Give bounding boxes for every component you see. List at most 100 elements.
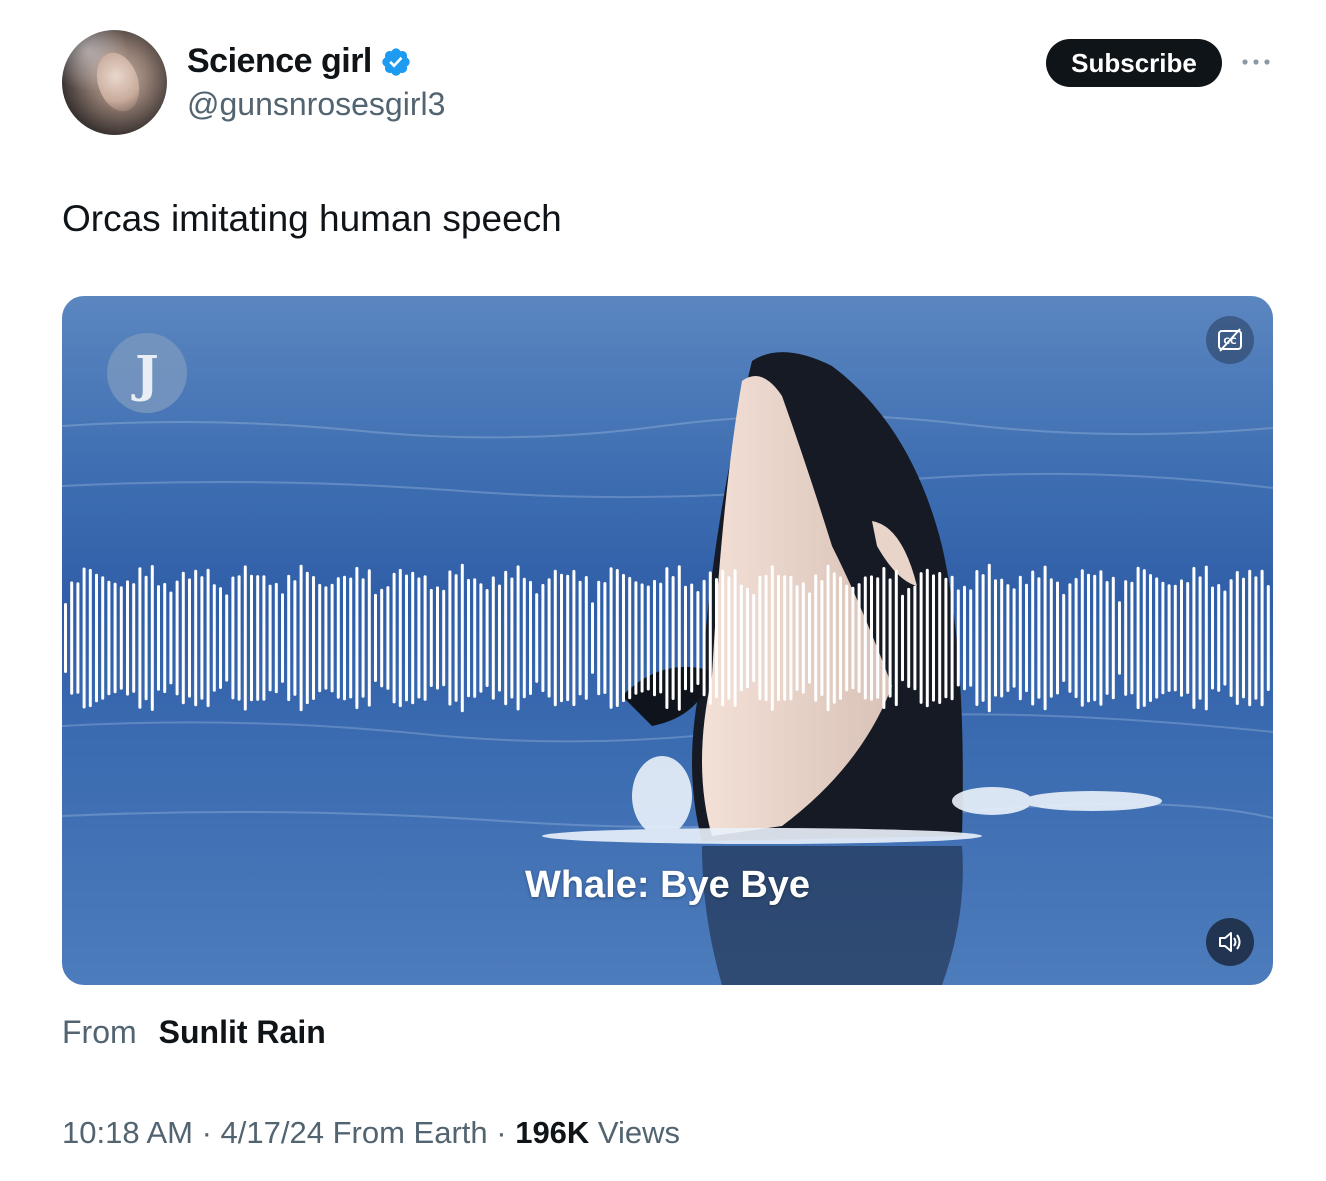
meta-separator: · — [487, 1115, 516, 1150]
waveform-bar — [622, 573, 625, 703]
waveform-bar — [870, 575, 873, 701]
waveform-bar — [324, 586, 328, 690]
waveform-bar — [696, 591, 700, 685]
waveform-bar — [938, 572, 942, 704]
waveform-bar — [851, 586, 855, 690]
waveform-bar — [603, 582, 607, 694]
waveform-bar — [336, 577, 340, 699]
waveform-bar — [1161, 581, 1165, 695]
video-player[interactable]: J CC Whale: Bye Bye — [62, 296, 1273, 985]
waveform-bar — [82, 567, 86, 709]
waveform-bar — [1235, 571, 1239, 705]
author-display-name[interactable]: Science girl — [187, 42, 372, 81]
waveform-bar — [597, 580, 601, 696]
source-link[interactable]: Sunlit Rain — [159, 1014, 326, 1051]
waveform-bar — [398, 568, 402, 708]
waveform-bar — [553, 569, 557, 707]
waveform-bar — [715, 578, 718, 698]
waveform-bar — [243, 565, 247, 711]
waveform-bar — [442, 589, 446, 687]
waveform-bar — [113, 582, 117, 694]
waveform-bar — [1155, 577, 1159, 699]
waveform-bar — [1118, 601, 1121, 675]
waveform-bar — [1037, 577, 1041, 699]
waveform-bar — [76, 582, 80, 694]
waveform-bar — [70, 581, 74, 695]
waveform-bar — [758, 575, 762, 701]
waveform-bar — [1000, 578, 1004, 698]
waveform-bar — [820, 580, 824, 696]
waveform-bar — [150, 565, 154, 711]
tweet-date[interactable]: 4/17/24 — [221, 1115, 324, 1150]
waveform-bar — [863, 576, 867, 700]
author-name-row[interactable]: Science girl — [187, 42, 412, 81]
waveform-bar — [1130, 581, 1134, 695]
waveform-bar — [888, 578, 892, 698]
waveform-bar — [188, 578, 191, 698]
waveform-bar — [665, 567, 669, 709]
views-count: 196K — [515, 1115, 590, 1150]
waveform-bar — [1025, 583, 1028, 693]
tweet-meta: 10:18 AM · 4/17/24 From Earth · 196K Vie… — [62, 1115, 680, 1151]
waveform-bar — [163, 582, 167, 694]
tweet-time[interactable]: 10:18 AM — [62, 1115, 193, 1150]
waveform-bar — [429, 588, 433, 687]
waveform-bar — [783, 575, 787, 701]
waveform-bar — [702, 579, 706, 697]
waveform-bar — [262, 575, 266, 701]
waveform-bar — [206, 568, 210, 708]
waveform-bar — [801, 582, 805, 694]
waveform-bar — [423, 575, 427, 701]
waveform-bar — [1018, 575, 1022, 701]
waveform-bar — [448, 570, 452, 706]
waveform-bar — [231, 576, 235, 700]
author-handle[interactable]: @gunsnrosesgirl3 — [187, 86, 445, 123]
waveform-bar — [367, 569, 371, 707]
volume-icon[interactable] — [1206, 918, 1254, 966]
waveform-bar — [609, 567, 613, 709]
waveform-bar — [560, 573, 563, 703]
waveform-bar — [101, 576, 105, 700]
waveform-bar — [615, 569, 619, 707]
closed-captions-off-icon[interactable]: CC — [1206, 316, 1254, 364]
waveform-bar — [944, 577, 948, 699]
waveform-bar — [640, 583, 644, 693]
waveform-bar — [1111, 576, 1115, 700]
waveform-bar — [510, 577, 514, 699]
meta-separator: · — [192, 1115, 221, 1150]
waveform-bar — [318, 583, 322, 693]
avatar[interactable] — [62, 30, 167, 135]
waveform-bar — [981, 574, 985, 702]
waveform-bar — [845, 584, 849, 692]
waveform-bar — [504, 570, 508, 706]
audio-waveform — [64, 563, 1270, 713]
waveform-bar — [1074, 577, 1078, 699]
waveform-bar — [1012, 588, 1016, 688]
waveform-bar — [355, 566, 359, 710]
waveform-bar — [969, 589, 973, 687]
waveform-bar — [1142, 569, 1146, 707]
waveform-bar — [646, 585, 650, 691]
waveform-bar — [287, 574, 291, 702]
waveform-bar — [392, 572, 396, 704]
waveform-bar — [386, 586, 390, 690]
waveform-bar — [529, 580, 532, 695]
subscribe-button[interactable]: Subscribe — [1046, 39, 1222, 87]
more-horizontal-icon[interactable] — [1240, 52, 1272, 72]
waveform-bar — [1093, 574, 1097, 702]
waveform-bar — [907, 587, 911, 688]
waveform-bar — [1099, 570, 1103, 706]
waveform-bar — [708, 571, 712, 705]
waveform-bar — [1186, 582, 1190, 694]
waveform-bar — [330, 583, 334, 693]
waveform-bar — [1087, 573, 1090, 703]
waveform-bar — [293, 580, 297, 696]
waveform-bar — [436, 586, 439, 690]
waveform-bar — [132, 583, 136, 693]
waveform-bar — [752, 593, 756, 683]
waveform-bar — [479, 583, 483, 693]
waveform-bar — [808, 592, 811, 684]
waveform-bar — [1260, 569, 1264, 707]
waveform-bar — [634, 581, 638, 695]
waveform-bar — [460, 563, 464, 713]
